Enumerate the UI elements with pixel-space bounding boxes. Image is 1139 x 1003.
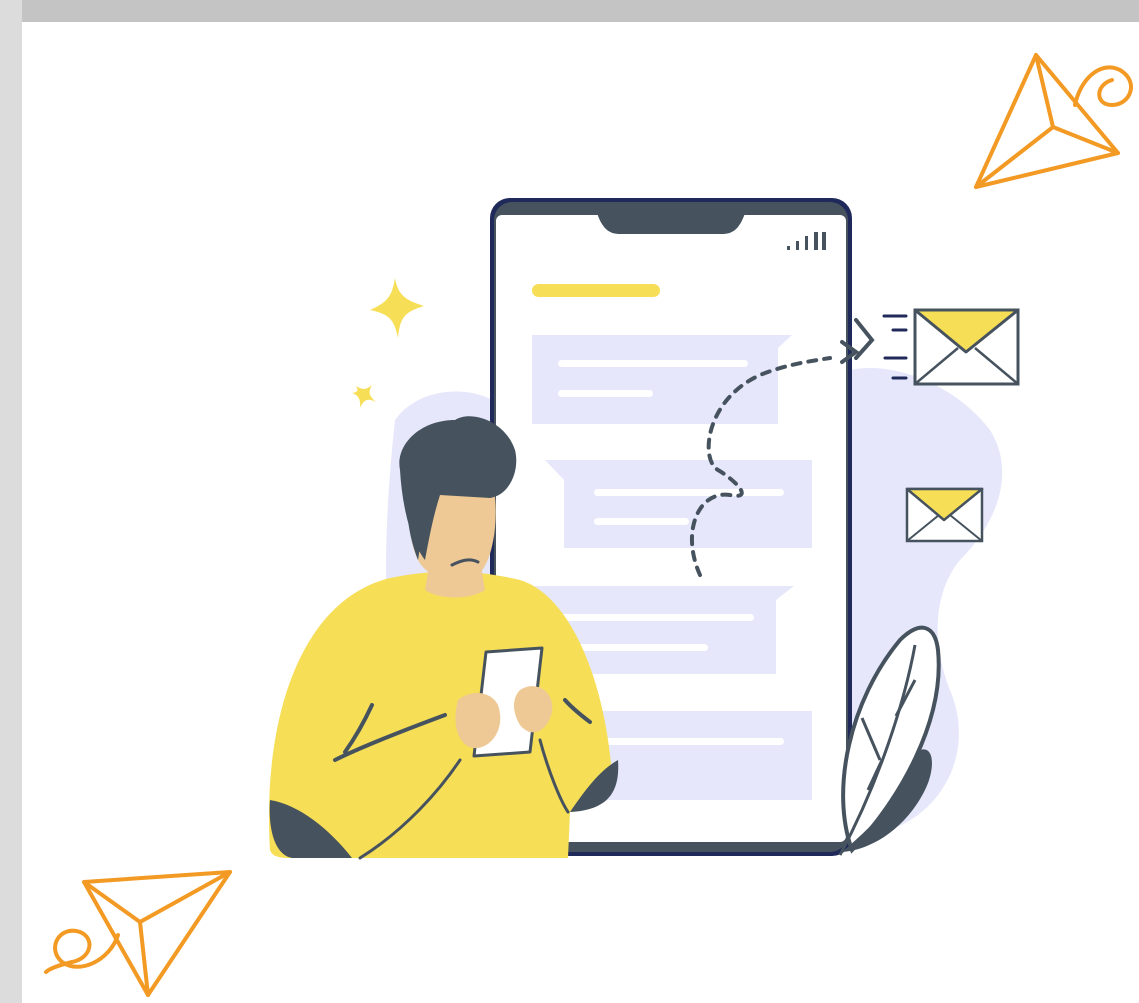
envelope-icon [905, 487, 984, 543]
envelope-icon [913, 308, 1020, 386]
sparkle-icon [370, 278, 424, 338]
arrow-head-icon [854, 318, 875, 360]
messaging-illustration [44, 53, 1133, 997]
paper-plane-icon [44, 870, 232, 997]
illustration-page [0, 0, 1139, 1003]
paper-plane-icon [974, 53, 1133, 189]
chat-bubble-2 [545, 460, 812, 548]
sparkle-icon [352, 385, 376, 408]
phone-notch [596, 210, 746, 234]
chat-header-bar [532, 284, 660, 297]
motion-lines [882, 314, 908, 380]
